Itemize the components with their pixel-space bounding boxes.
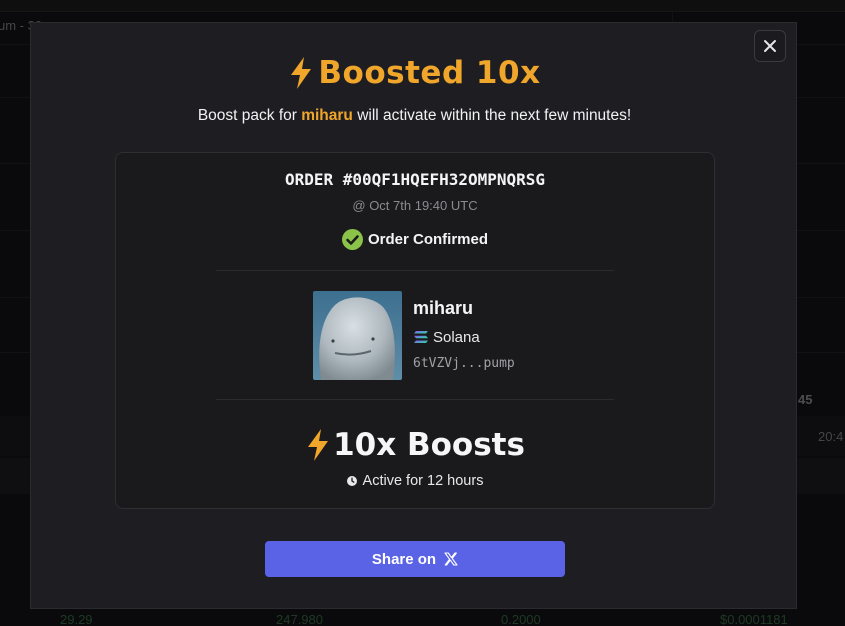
solana-icon: [414, 331, 428, 343]
check-circle-icon: [341, 228, 363, 250]
token-address: 6tVZVj...pump: [413, 356, 515, 371]
x-logo-icon: [444, 552, 458, 566]
modal-subtitle: Boost pack for miharu will activate with…: [31, 107, 798, 125]
token-avatar: [313, 291, 402, 380]
boost-confirmation-modal: Boosted 10x Boost pack for miharu will a…: [30, 22, 797, 609]
token-chain: Solana: [413, 328, 480, 346]
clock-icon: [346, 476, 357, 486]
boost-duration-label: Active for 12 hours: [362, 473, 484, 489]
lightning-bolt-icon: [291, 57, 312, 89]
token-name: miharu: [413, 298, 474, 318]
order-status-label: Order Confirmed: [367, 230, 488, 248]
order-status: Order Confirmed: [116, 228, 714, 250]
card-divider: [216, 399, 614, 400]
token-chain-label: Solana: [433, 328, 480, 346]
subtitle-prefix: Boost pack for: [197, 107, 302, 124]
subtitle-token-name: miharu: [301, 107, 353, 124]
order-timestamp: @ Oct 7th 19:40 UTC: [352, 198, 478, 213]
order-card: ORDER #00QF1HQEFH32OMPNQRSG @ Oct 7th 19…: [115, 152, 715, 509]
share-on-x-button[interactable]: Share on: [265, 541, 565, 577]
token-avatar-image: [313, 291, 402, 380]
boosts-summary: 10x Boosts: [116, 425, 714, 465]
modal-title-text: Boosted 10x: [318, 55, 541, 91]
subtitle-suffix: will activate within the next few minute…: [352, 107, 632, 124]
boost-duration: Active for 12 hours: [116, 472, 714, 490]
order-id: ORDER #00QF1HQEFH32OMPNQRSG: [284, 170, 546, 189]
lightning-bolt-icon: [308, 429, 329, 461]
boosts-label: 10x Boosts: [333, 427, 525, 463]
card-divider: [216, 270, 614, 271]
share-button-label: Share on: [371, 550, 437, 568]
modal-title: Boosted 10x: [31, 51, 798, 95]
